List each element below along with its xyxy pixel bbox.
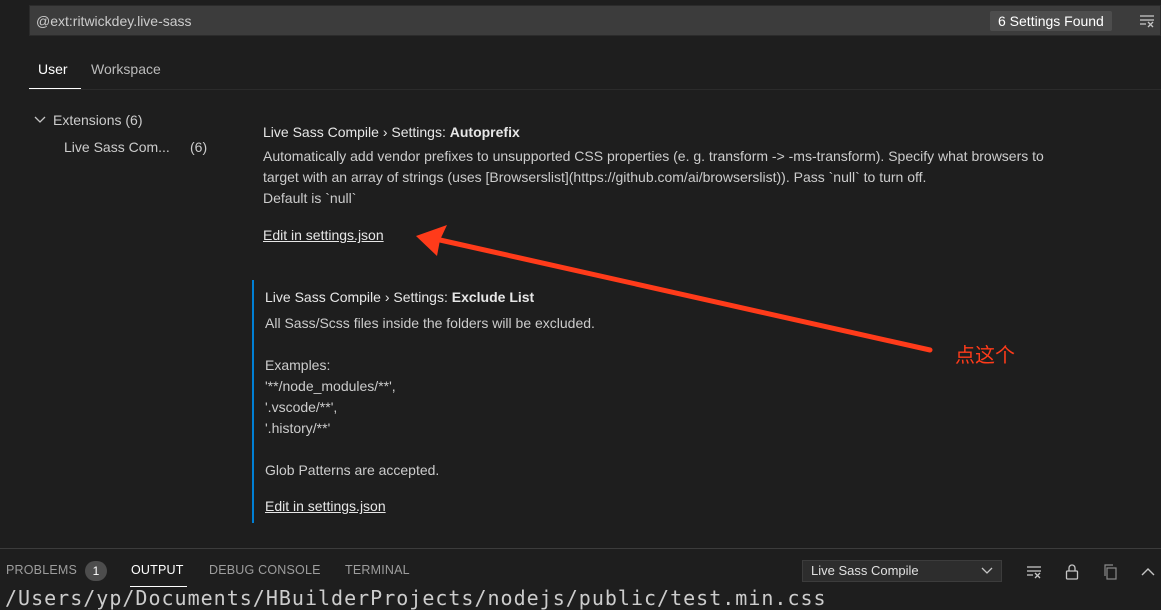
problems-count-badge: 1 xyxy=(85,561,107,581)
edit-in-settings-json-link[interactable]: Edit in settings.json xyxy=(263,227,384,243)
lock-icon[interactable] xyxy=(1063,563,1081,581)
toc-live-sass[interactable]: Live Sass Com... xyxy=(64,139,170,155)
clear-filter-icon[interactable] xyxy=(1138,12,1156,30)
clear-output-icon[interactable] xyxy=(1025,563,1043,581)
chevron-down-icon xyxy=(981,567,993,574)
tabs-divider xyxy=(29,89,1161,90)
copy-icon[interactable] xyxy=(1101,563,1119,581)
tab-output[interactable]: OUTPUT xyxy=(131,563,184,577)
search-input[interactable]: @ext:ritwickdey.live-sass xyxy=(36,13,192,29)
setting-description: Automatically add vendor prefixes to uns… xyxy=(263,148,1044,206)
output-channel-value: Live Sass Compile xyxy=(811,563,919,578)
setting-title: Live Sass Compile › Settings: Autoprefix xyxy=(263,124,520,140)
setting-title: Live Sass Compile › Settings: Exclude Li… xyxy=(265,289,534,305)
output-content: /Users/yp/Documents/HBuilderProjects/nod… xyxy=(5,586,827,610)
edit-in-settings-json-link[interactable]: Edit in settings.json xyxy=(265,498,386,514)
active-tab-indicator xyxy=(29,88,81,89)
setting-exclude-list: Live Sass Compile › Settings: Exclude Li… xyxy=(252,280,1161,523)
setting-title-prefix: Live Sass Compile › Settings: xyxy=(263,124,450,140)
toc-extensions-label: Extensions (6) xyxy=(53,112,143,128)
tab-terminal[interactable]: TERMINAL xyxy=(345,563,410,577)
settings-found-badge: 6 Settings Found xyxy=(990,11,1112,31)
setting-description: All Sass/Scss files inside the folders w… xyxy=(265,315,595,478)
setting-title-key: Exclude List xyxy=(451,289,535,305)
setting-title-prefix: Live Sass Compile › Settings: xyxy=(265,289,452,305)
annotation-label: 点这个 xyxy=(955,343,1015,367)
tab-workspace[interactable]: Workspace xyxy=(91,61,161,77)
chevron-down-icon xyxy=(34,116,46,123)
tab-debug-console[interactable]: DEBUG CONSOLE xyxy=(209,563,321,577)
tab-problems[interactable]: PROBLEMS xyxy=(6,563,77,577)
output-channel-select[interactable]: Live Sass Compile xyxy=(802,560,1002,582)
settings-search-bar[interactable]: @ext:ritwickdey.live-sass 6 Settings Fou… xyxy=(29,5,1161,36)
setting-title-key: Autoprefix xyxy=(449,124,520,140)
chevron-up-icon[interactable] xyxy=(1139,563,1157,581)
panel-divider xyxy=(0,548,1161,549)
toc-extensions[interactable]: Extensions (6) xyxy=(33,112,142,128)
tab-user[interactable]: User xyxy=(38,61,68,77)
toc-live-sass-count: (6) xyxy=(190,139,208,155)
